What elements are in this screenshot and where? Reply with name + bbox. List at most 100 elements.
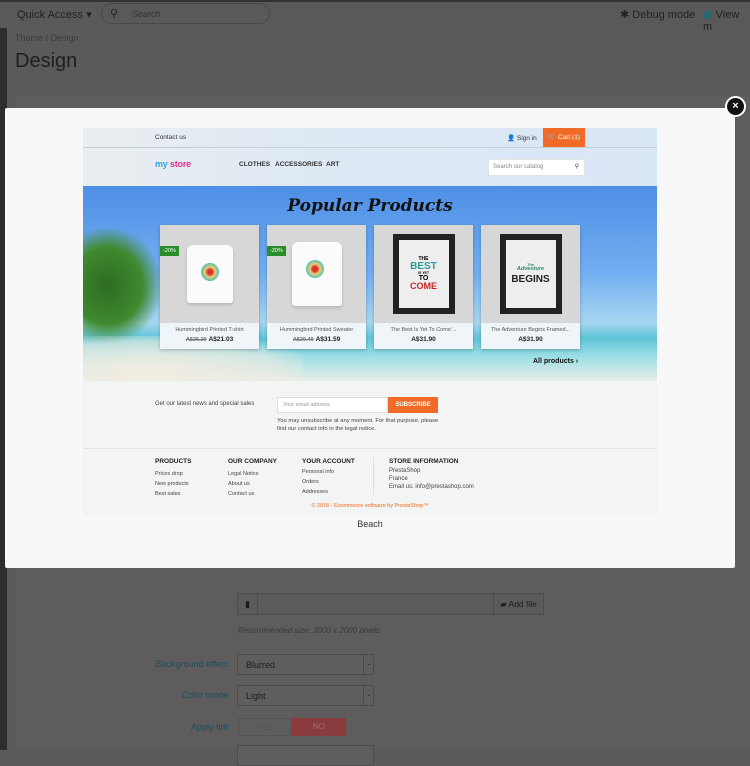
close-button[interactable]: × [725,96,746,117]
catalog-search-placeholder: Search our catalog [493,164,544,170]
nav-art[interactable]: ART [326,161,339,168]
product-card[interactable]: -20% Hummingbird Printed T-shirt A$26.29 A… [160,225,259,349]
folder-icon: ▰ [500,599,509,609]
subscribe-button[interactable]: SUBSCRIBE [388,397,438,413]
quick-access-menu[interactable]: Quick Access ▾ [17,8,92,21]
price: A$31.90 [518,336,543,343]
breadcrumb-design: Design [50,33,79,43]
cart-button[interactable]: 🛒 Cart (1) [543,128,585,147]
poster-text: COME [410,281,437,292]
color-mode-label: Color mode [181,690,228,700]
footer-link[interactable]: Orders [302,477,334,487]
chevron-down-icon: ⌄ [363,686,373,705]
poster-image: The Adventure BEGINS [499,234,562,314]
footer-link[interactable]: Best sales [155,489,189,499]
background-effect-select[interactable]: Blurred ⌄ [237,654,374,675]
product-name[interactable]: Hummingbird Printed Sweater [267,327,366,333]
product-name[interactable]: The Best Is Yet To Come'... [374,327,473,333]
page-title: Design [15,50,78,72]
product-card[interactable]: -20% Hummingbird Printed Sweater A$39.49 A… [267,225,366,349]
footer-products-title: PRODUCTS [155,458,192,465]
user-icon: 👤 [507,135,516,142]
tshirt-image [186,245,233,303]
product-card[interactable]: THE BEST IS YET TO COME The Best Is Yet To C… [374,225,473,349]
view-link[interactable]: ◉ View m [703,8,750,33]
product-card[interactable]: The Adventure BEGINS The Adventure Begins … [481,225,580,349]
price: A$31.90 [411,336,436,343]
poster-text: Adventure [516,266,545,273]
extra-select[interactable] [237,745,374,766]
poster-text: BEGINS [511,273,550,285]
footer-account-links: Personal info Orders Addresses [302,467,334,497]
add-file-button[interactable]: ▰ Add file [493,594,543,614]
add-file-label: Add file [508,599,537,609]
file-input[interactable]: ▮ ▰ Add file [237,593,544,615]
breadcrumb-sep: / [45,33,49,43]
breadcrumb: Theme / Design [15,33,79,43]
color-mode-value: Light [246,691,266,701]
chevron-down-icon: ⌄ [363,655,373,674]
store-name: PrestaShop [389,468,421,474]
footer-link[interactable]: New products [155,479,189,489]
product-name[interactable]: Hummingbird Printed T-shirt [160,327,259,333]
price: A$31.59 [315,336,341,343]
theme-preview: Contact us 👤 Sign in 🛒 Cart (1) my store… [83,128,657,515]
nav-accessories[interactable]: ACCESSORIES [275,161,322,168]
contact-link[interactable]: Contact us [155,134,186,141]
store-logo[interactable]: my store [155,159,191,169]
footer-link[interactable]: Contact us [228,489,259,499]
preview-caption: Beach [357,519,383,529]
footer-link[interactable]: Personal info [302,467,334,477]
breadcrumb-theme[interactable]: Theme [15,33,43,43]
product-name[interactable]: The Adventure Begins Framed... [481,327,580,333]
color-mode-select[interactable]: Light ⌄ [237,685,374,706]
store-country: France [389,476,408,482]
apply-tint-label: Apply tint [190,722,228,732]
store-email[interactable]: Email us: info@prestashop.com [389,483,474,491]
debug-mode-link[interactable]: ✱ Debug mode [620,8,695,21]
footer-store-title: STORE INFORMATION [389,458,459,465]
newsletter-email-input[interactable]: Your email address [277,397,388,413]
footer-link[interactable]: Prices drop [155,469,189,479]
cart-label: Cart (1) [557,134,580,141]
search-placeholder: Search [132,9,161,19]
background-effect-value: Blurred [246,660,276,670]
unsubscribe-note: You may unsubscribe at any moment. For t… [277,418,439,432]
nav-clothes[interactable]: CLOTHES [239,161,270,168]
file-icon: ▮ [238,594,258,614]
bug-icon: ✱ [620,9,633,21]
cart-icon: 🛒 [548,134,557,141]
price: A$21.03 [208,336,234,343]
section-title: Popular Products [287,196,453,216]
discount-badge: -20% [160,246,179,256]
background-effect-label: Background effect [155,659,228,669]
store-info: PrestaShop France Email us: info@prestasho… [389,467,474,491]
footer-company-title: OUR COMPANY [228,458,277,465]
search-input[interactable]: ⚲ Search [101,3,270,24]
footer-divider [83,448,657,449]
tint-no[interactable]: NO [292,718,346,736]
signin-link[interactable]: 👤 Sign in [507,134,537,142]
footer-account-title: YOUR ACCOUNT [302,458,355,465]
eye-icon: ◉ [703,9,716,21]
copyright[interactable]: © 2018 - Ecommerce software by PrestaSho… [83,503,657,509]
footer-products-links: Prices drop New products Best sales [155,469,189,499]
hero-banner: Popular Products -20% Hummingbird Printe… [83,186,657,381]
all-products-link[interactable]: All products › [533,358,578,365]
footer-link[interactable]: About us [228,479,259,489]
signin-label: Sign in [516,135,537,142]
search-icon: ⚲ [110,8,119,20]
old-price: A$39.49 [292,337,314,343]
search-icon: ⚲ [574,164,579,170]
apply-tint-toggle[interactable]: YES NO [238,718,346,736]
footer-link[interactable]: Legal Notice [228,469,259,479]
discount-badge: -20% [267,246,286,256]
footer-link[interactable]: Addresses [302,487,334,497]
footer-separator [373,458,374,494]
size-hint: Recommended size: 3000 x 2000 pixels [238,626,380,635]
newsletter-text: Get our latest news and special sales [155,401,255,407]
footer-company-links: Legal Notice About us Contact us [228,469,259,499]
catalog-search[interactable]: Search our catalog ⚲ [488,159,585,176]
logo-part: my [155,159,170,169]
tint-yes[interactable]: YES [238,718,292,736]
